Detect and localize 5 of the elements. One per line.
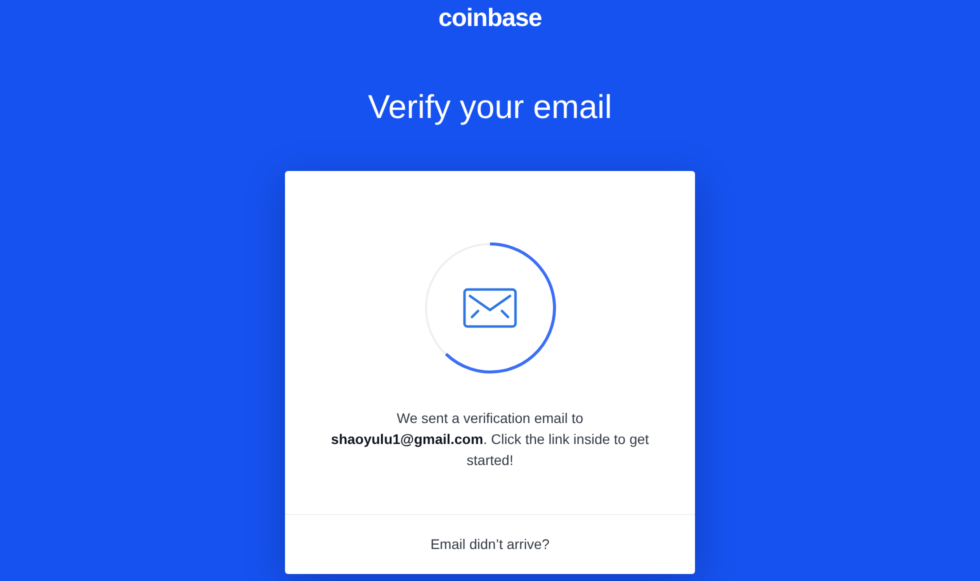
logo: coinbase (438, 3, 542, 33)
page-title: Verify your email (368, 87, 612, 127)
email-not-arrived-link[interactable]: Email didn’t arrive? (430, 534, 550, 555)
envelope-icon (463, 288, 517, 328)
verification-message: We sent a verification email to shaoyulu1@gmail.com. Click the link inside to get started! (330, 409, 650, 470)
